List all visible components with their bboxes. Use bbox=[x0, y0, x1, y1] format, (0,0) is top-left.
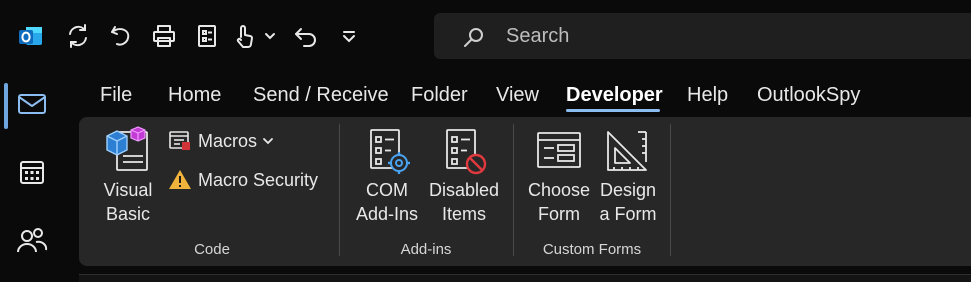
tab-file[interactable]: File bbox=[100, 84, 132, 107]
nav-people[interactable] bbox=[12, 222, 52, 262]
com-addins-button[interactable]: COM Add-Ins bbox=[353, 124, 421, 230]
tab-help[interactable]: Help bbox=[687, 84, 728, 107]
design-form-label-line2: a Form bbox=[599, 204, 657, 224]
form-icon[interactable] bbox=[191, 20, 223, 52]
visual-basic-label-line1: Visual bbox=[103, 180, 153, 200]
nav-mail[interactable] bbox=[12, 86, 52, 126]
com-addins-label-line2: Add-Ins bbox=[355, 204, 419, 224]
choose-form-label-line1: Choose bbox=[527, 180, 591, 200]
disabled-items-button[interactable]: Disabled Items bbox=[427, 124, 501, 230]
undo-arrow-icon[interactable] bbox=[290, 20, 322, 52]
chevron-down-icon[interactable] bbox=[258, 20, 282, 52]
com-addins-icon bbox=[367, 126, 411, 181]
choose-form-label-line2: Form bbox=[538, 204, 580, 224]
group-label-custom-forms: Custom Forms bbox=[542, 241, 642, 258]
print-icon[interactable] bbox=[148, 20, 180, 52]
choose-form-icon bbox=[536, 130, 582, 177]
group-label-add-ins: Add-ins bbox=[400, 241, 452, 258]
touch-mode-icon[interactable] bbox=[228, 20, 260, 52]
outlook-logo-icon[interactable] bbox=[14, 20, 46, 52]
visual-basic-icon bbox=[103, 126, 151, 177]
group-separator bbox=[513, 124, 514, 256]
customize-icon[interactable] bbox=[333, 20, 365, 52]
active-tab-underline bbox=[566, 109, 660, 112]
tab-developer[interactable]: Developer bbox=[566, 84, 663, 107]
tab-home[interactable]: Home bbox=[168, 84, 221, 107]
macros-dropdown-icon bbox=[262, 135, 274, 147]
visual-basic-label-line2: Basic bbox=[105, 204, 150, 224]
group-label-code: Code bbox=[194, 241, 230, 258]
tab-send-receive[interactable]: Send / Receive bbox=[253, 84, 389, 107]
disabled-items-label-line2: Items bbox=[441, 204, 486, 224]
calendar-icon bbox=[18, 158, 46, 191]
group-separator bbox=[339, 124, 340, 256]
mail-icon bbox=[17, 92, 47, 121]
disabled-items-label-line1: Disabled bbox=[428, 180, 500, 200]
design-form-label-line1: Design bbox=[599, 180, 657, 200]
sync-icon[interactable] bbox=[62, 20, 94, 52]
choose-form-button[interactable]: Choose Form bbox=[526, 124, 592, 230]
macros-button[interactable]: Macros bbox=[168, 129, 274, 153]
tab-view[interactable]: View bbox=[496, 84, 539, 107]
macro-security-label: Macro Security bbox=[198, 169, 319, 190]
search-placeholder[interactable]: Search bbox=[506, 25, 569, 48]
visual-basic-button[interactable]: Visual Basic bbox=[100, 124, 156, 230]
warning-icon bbox=[168, 168, 192, 192]
design-form-icon bbox=[604, 128, 650, 179]
tab-folder[interactable]: Folder bbox=[411, 84, 468, 107]
search-box[interactable]: Search bbox=[434, 13, 971, 59]
disabled-items-icon bbox=[443, 126, 489, 181]
nav-calendar[interactable] bbox=[12, 154, 52, 194]
tab-outlookspy[interactable]: OutlookSpy bbox=[757, 84, 860, 107]
group-separator bbox=[670, 124, 671, 256]
people-icon bbox=[16, 226, 48, 259]
com-addins-label-line1: COM bbox=[366, 180, 408, 200]
undo-icon[interactable] bbox=[105, 20, 137, 52]
active-nav-indicator bbox=[4, 83, 8, 129]
macros-label: Macros bbox=[198, 130, 258, 151]
design-form-button[interactable]: Design a Form bbox=[596, 124, 660, 230]
macro-security-button[interactable]: Macro Security bbox=[168, 168, 318, 192]
search-icon bbox=[462, 25, 486, 54]
macros-icon bbox=[168, 129, 192, 153]
